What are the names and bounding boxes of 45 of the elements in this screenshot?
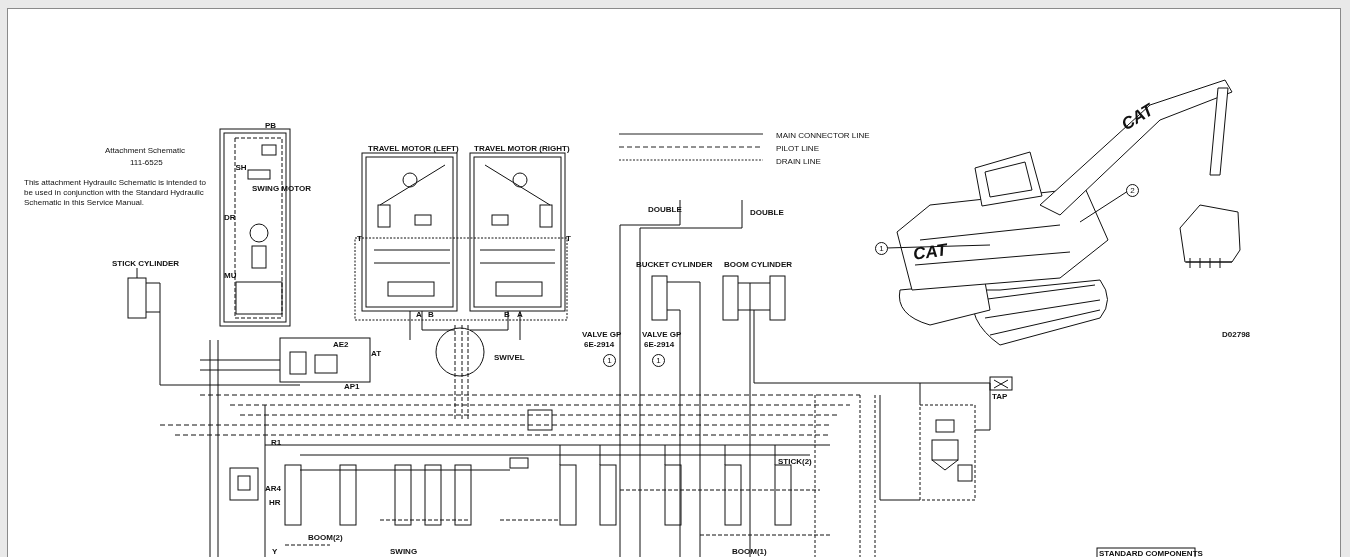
diagram-label: VALVE GP <box>642 330 682 339</box>
diagram-label: TAP <box>992 392 1008 401</box>
diagram-label: D02798 <box>1222 330 1251 339</box>
diagram-label: STICK CYLINDER <box>112 259 180 268</box>
legend-label: DRAIN LINE <box>776 157 821 166</box>
schematic-description: This attachment Hydraulic Schematic is intended to be used in conjunction with the Standard Hydraulic Schematic in this Service Manual. <box>24 178 207 208</box>
legend-label: MAIN CONNECTOR LINE <box>776 131 870 140</box>
diagram-label: AE2 <box>333 340 349 349</box>
diagram-label: Y <box>272 547 278 556</box>
diagram-label: DOUBLE <box>648 205 682 214</box>
diagram-label: AT <box>371 349 382 358</box>
diagram-label: TRAVEL MOTOR (RIGHT) <box>474 144 570 153</box>
legend-label: PILOT LINE <box>776 144 819 153</box>
diagram-label: STANDARD COMPONENTS <box>1099 549 1203 557</box>
diagram-label: SH <box>234 163 248 173</box>
diagram-label: R1 <box>271 438 282 447</box>
diagram-label: AP1 <box>344 382 360 391</box>
diagram-label: SWIVEL <box>494 353 525 362</box>
schematic-number: 111-6525 <box>130 158 163 167</box>
diagram-label: DR <box>224 213 236 222</box>
diagram-label: HR <box>269 498 281 507</box>
diagram-label: B <box>428 310 434 319</box>
diagram-label: B <box>504 310 510 319</box>
diagram-label: 6E-2914 <box>644 340 675 349</box>
diagram-label: MU <box>224 271 237 280</box>
diagram-label: BOOM(2) <box>308 533 343 542</box>
diagram-label: T <box>566 234 571 243</box>
diagram-label: STICK(2) <box>778 457 812 466</box>
diagram-label: 6E-2914 <box>584 340 615 349</box>
machine-logo-text: CAT <box>1118 100 1158 135</box>
diagram-label: T <box>357 234 362 243</box>
diagram-label: VALVE GP <box>582 330 622 339</box>
diagram-label: SWING <box>390 547 418 556</box>
diagram-label: PB <box>265 121 277 130</box>
diagram-label: A <box>416 310 422 319</box>
diagram-label: BUCKET CYLINDER <box>636 260 713 269</box>
diagram-label: DOUBLE <box>750 208 784 217</box>
diagram-label: TRAVEL MOTOR (LEFT) <box>368 144 459 153</box>
diagram-label: A <box>517 310 523 319</box>
diagram-label: BOOM(1) <box>732 547 767 556</box>
diagram-label: SWING MOTOR <box>252 184 311 193</box>
schematic-title: Attachment Schematic <box>105 146 186 155</box>
diagram-label: BOOM CYLINDER <box>724 260 792 269</box>
diagram-label: AR4 <box>265 484 281 493</box>
machine-logo-text: CAT <box>912 240 949 265</box>
